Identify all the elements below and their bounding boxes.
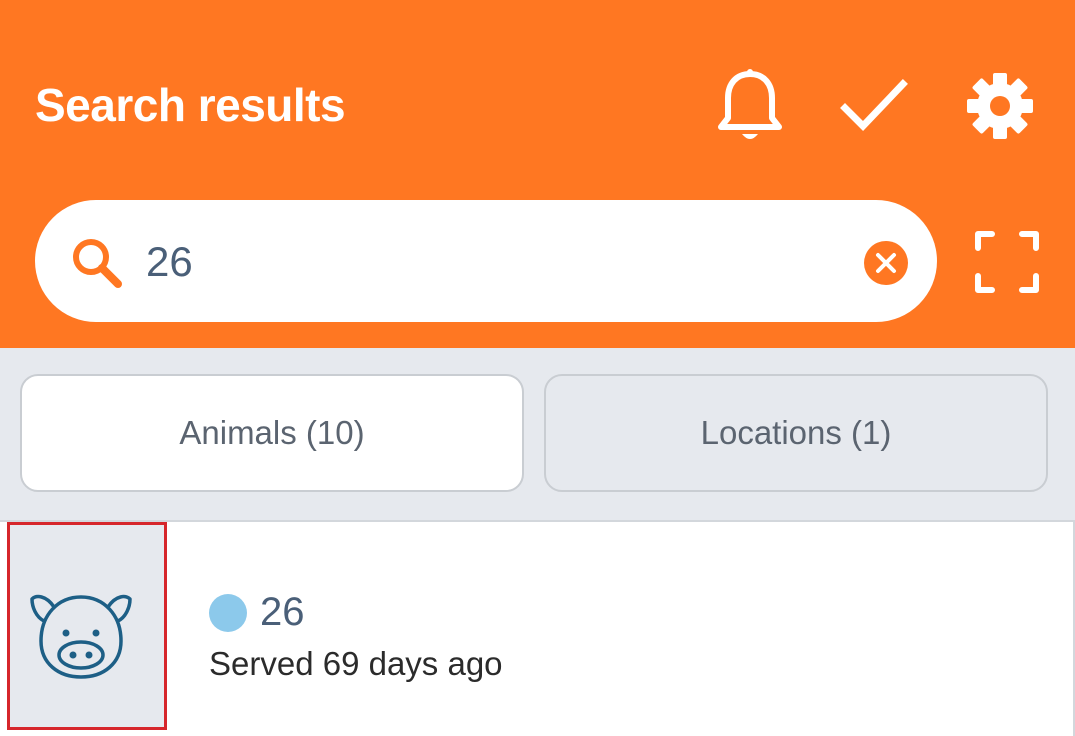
notifications-button[interactable] — [712, 68, 788, 144]
animal-id: 26 — [260, 590, 305, 634]
page-title: Search results — [35, 79, 346, 131]
tab-locations[interactable]: Locations (1) — [544, 374, 1048, 492]
confirm-button[interactable] — [836, 68, 912, 144]
bell-icon — [718, 69, 782, 139]
clear-search-button[interactable] — [864, 241, 908, 285]
pig-icon — [30, 594, 132, 679]
animal-status: Served 69 days ago — [209, 645, 503, 682]
settings-button[interactable] — [960, 66, 1040, 146]
gear-icon — [967, 73, 1033, 139]
search-input[interactable] — [146, 228, 846, 296]
tab-animals[interactable]: Animals (10) — [20, 374, 524, 492]
status-dot — [209, 594, 247, 632]
clear-icon — [876, 253, 896, 273]
check-icon — [840, 79, 908, 132]
search-icon — [73, 239, 122, 288]
scan-icon[interactable] — [974, 230, 1040, 294]
